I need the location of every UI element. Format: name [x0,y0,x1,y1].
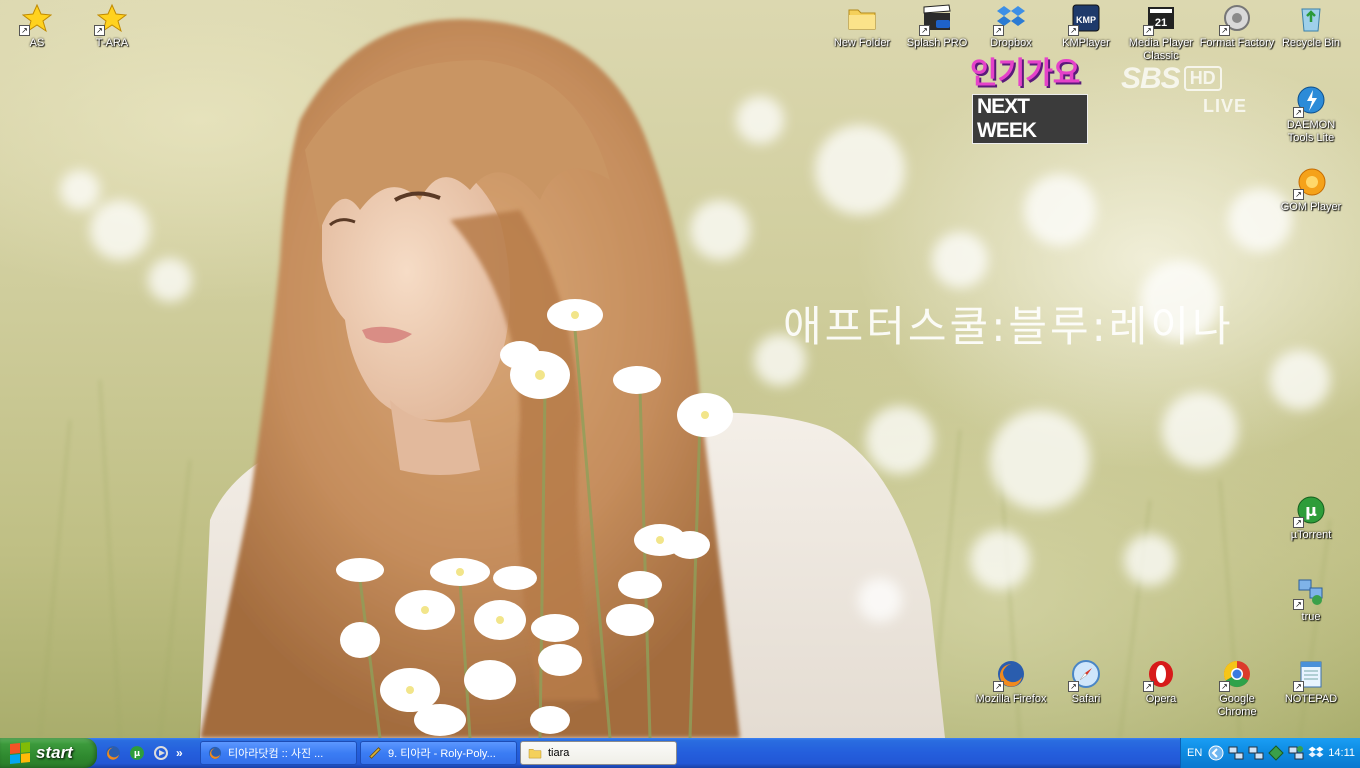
desktop-icon-label: Safari [1071,693,1101,705]
star-icon: ↗ [94,2,128,36]
taskbar-button-kmplayer[interactable]: 9. 티아라 - Roly-Poly... [360,741,517,765]
taskbar-button-firefox[interactable]: 티아라닷컴 :: 사진 ... [200,741,357,765]
desktop-icon-media-player-classic[interactable]: 21 ↗ Media Player Classic [1123,2,1199,63]
desktop-icon-label: Dropbox [990,37,1032,49]
tv-show-logo: 인기가요 NEXT WEEK [968,54,1088,144]
desktop-icon-label: AS [29,37,45,49]
kmplayer-icon [367,745,383,761]
quick-launch-bar: µ » [104,743,183,763]
media-player-classic-icon: 21 ↗ [1143,2,1177,36]
system-tray: EN 14:11 [1180,738,1360,768]
firefox-icon [207,745,223,761]
folder-icon [527,745,543,761]
desktop-icon-opera[interactable]: ↗ Opera [1123,658,1199,706]
network-icon: ↗ [1293,576,1327,610]
desktop-icon-dropbox[interactable]: ↗ Dropbox [973,2,1049,50]
desktop-icon-label: Media Player Classic [1128,37,1194,62]
desktop-icon-label: µTorrent [1290,529,1332,541]
clapperboard-icon: ↗ [919,2,953,36]
desktop-icon-firefox[interactable]: ↗ Mozilla Firefox [973,658,1049,706]
wallpaper-caption: 애프터스쿨:블루:레이나 [783,302,1234,351]
start-button[interactable]: start [0,738,97,768]
desktop-icon-chrome[interactable]: ↗ Google Chrome [1199,658,1275,719]
watermark-brand: SBS [1121,62,1181,95]
quick-launch-more-button[interactable]: » [176,746,183,760]
wallpaper-photo [39,19,1331,738]
desktop-icon-label: Google Chrome [1217,693,1257,718]
network-icon[interactable] [1288,745,1304,761]
taskbar-button-label: 티아라닷컴 :: 사진 ... [228,748,324,760]
desktop-icon-daemon-tools[interactable]: ↗ DAEMON Tools Lite [1273,84,1349,145]
desktop-wallpaper: 애프터스쿨:블루:레이나 인기가요 NEXT WEEK SBS HD LIVE [0,0,1360,738]
desktop-icon-utorrent[interactable]: µ ↗ µTorrent [1273,494,1349,542]
taskbar-button-label: 9. 티아라 - Roly-Poly... [388,748,496,760]
desktop-icon-label: T-ARA [95,37,129,49]
utorrent-icon[interactable]: µ [128,744,146,762]
desktop-icon-label: Mozilla Firefox [975,693,1047,705]
dropbox-icon[interactable] [1308,745,1324,761]
desktop-icon-format-factory[interactable]: ↗ Format Factory [1199,2,1275,50]
desktop-icon-label: Splash PRO [906,37,968,49]
network-icon[interactable] [1228,745,1244,761]
star-icon: ↗ [19,2,53,36]
taskbar-button-label: tiara [548,747,570,759]
watermark-live: LIVE [1203,96,1248,116]
desktop-icon-tara[interactable]: ↗ T-ARA [74,2,150,50]
svg-text:µ: µ [134,749,140,759]
desktop-icon-label: Recycle Bin [1281,37,1341,49]
desktop-icon-as[interactable]: ↗ AS [0,2,75,50]
utorrent-icon: µ ↗ [1293,494,1327,528]
opera-icon: ↗ [1143,658,1177,692]
taskbar: start µ » 티아라닷컴 :: 사진 ... 9. 티아라 - Roly-… [0,738,1360,768]
desktop-icon-kmplayer[interactable]: KMP ↗ KMPlayer [1048,2,1124,50]
network-icon[interactable] [1248,745,1264,761]
desktop-icon-label: DAEMON Tools Lite [1286,119,1336,144]
start-label: start [36,743,73,762]
security-icon[interactable] [1268,745,1284,761]
windows-logo-icon [10,741,30,765]
svg-text:21: 21 [1155,17,1167,29]
dropbox-icon: ↗ [993,2,1027,36]
desktop-icon-label: Opera [1145,693,1177,705]
daemon-tools-icon: ↗ [1293,84,1327,118]
desktop-icon-label: KMPlayer [1062,37,1110,49]
language-indicator[interactable]: EN [1187,747,1202,759]
recycle-bin-icon [1295,2,1327,34]
desktop-icon-label: Format Factory [1199,37,1275,49]
taskbar-button-folder[interactable]: tiara [520,741,677,765]
chrome-icon: ↗ [1219,658,1253,692]
broadcaster-watermark: SBS HD LIVE [1121,62,1246,116]
desktop-icon-label: NOTEPAD [1284,693,1338,705]
tv-show-title: 인기가요 [970,56,1081,91]
tv-show-subtitle: NEXT WEEK [972,94,1088,144]
desktop-icon-safari[interactable]: ↗ Safari [1048,658,1124,706]
firefox-icon: ↗ [993,658,1027,692]
desktop-icon-notepad[interactable]: ↗ NOTEPAD [1273,658,1349,706]
tray-expand-icon[interactable] [1208,745,1224,761]
clock[interactable]: 14:11 [1328,747,1355,759]
svg-text:KMP: KMP [1076,15,1096,25]
notepad-icon: ↗ [1293,658,1327,692]
gom-player-icon: ↗ [1293,166,1327,200]
desktop-icon-gom-player[interactable]: ↗ GOM Player [1273,166,1349,214]
media-player-icon[interactable] [152,744,170,762]
desktop-icon-label: GOM Player [1280,201,1342,213]
desktop-icon-label: true [1301,611,1321,623]
desktop-icon-splash-pro[interactable]: ↗ Splash PRO [899,2,975,50]
desktop-icon-recycle-bin[interactable]: Recycle Bin [1273,2,1349,50]
firefox-icon[interactable] [104,744,122,762]
desktop-icon-label: New Folder [833,37,891,49]
kmplayer-icon: KMP ↗ [1068,2,1102,36]
folder-icon [846,2,878,34]
desktop-icon-new-folder[interactable]: New Folder [824,2,900,50]
watermark-hd: HD [1183,66,1222,91]
svg-text:µ: µ [1305,501,1317,520]
safari-icon: ↗ [1068,658,1102,692]
desktop-icon-true[interactable]: ↗ true [1273,576,1349,624]
format-factory-icon: ↗ [1219,2,1253,36]
